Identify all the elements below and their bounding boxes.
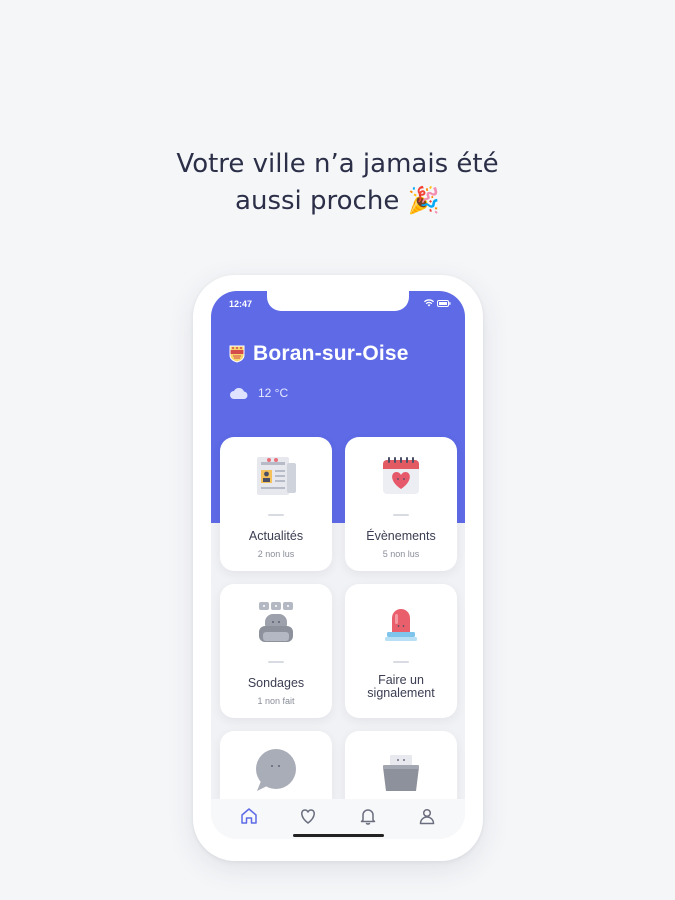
phone-screen: 12:47 Boran-sur-Oise 12 °C Actualités 2 … [211,291,465,839]
card-actualites[interactable]: Actualités 2 non lus [220,437,332,571]
alarm-light-icon [385,609,417,641]
card-subtitle: 5 non lus [382,549,420,559]
heart-icon [301,809,316,824]
tab-bar [211,799,465,839]
chat-bubble-icon [256,749,296,791]
tab-home[interactable] [237,804,261,828]
city-name: Boran-sur-Oise [253,342,409,365]
home-icon [241,808,257,824]
card-title: Évènements [366,529,436,543]
headline-line-2: aussi proche 🎉 [235,186,440,216]
card-sondages[interactable]: Sondages 1 non fait [220,584,332,718]
card-subtitle: 2 non lus [257,549,295,559]
folder-icon [383,755,419,791]
card-title: Sondages [247,676,305,690]
tab-favorites[interactable] [296,804,320,828]
status-icons [424,299,451,307]
poll-icon [259,602,293,642]
card-divider [268,661,284,663]
card-evenements[interactable]: Évènements 5 non lus [345,437,457,571]
wifi-icon [424,299,434,307]
calendar-heart-icon [383,457,419,494]
cloud-icon [230,387,248,399]
status-time: 12:47 [229,299,253,309]
weather-row: 12 °C [229,386,288,400]
phone-mockup: 12:47 Boran-sur-Oise 12 °C Actualités 2 … [193,275,483,861]
tab-notifications[interactable] [356,804,380,828]
home-indicator [293,834,384,837]
tab-profile[interactable] [415,804,439,828]
card-title: Faire un signalement [367,673,435,700]
user-icon [420,808,435,825]
card-divider [268,514,284,516]
headline-line-1: Votre ville n’a jamais été [176,149,499,179]
city-row: Boran-sur-Oise [229,342,409,366]
bell-icon [360,809,375,825]
card-subtitle: 1 non fait [257,696,295,706]
phone-notch [267,291,409,311]
card-title: Actualités [248,529,304,543]
headline: Votre ville n’a jamais été aussi proche … [0,146,675,220]
card-divider [393,514,409,516]
battery-icon [437,299,451,307]
city-crest-icon [229,345,245,363]
card-divider [393,661,409,663]
card-signalement[interactable]: Faire un signalement [345,584,457,718]
weather-temperature: 12 °C [258,386,289,400]
newspaper-icon [257,457,296,495]
